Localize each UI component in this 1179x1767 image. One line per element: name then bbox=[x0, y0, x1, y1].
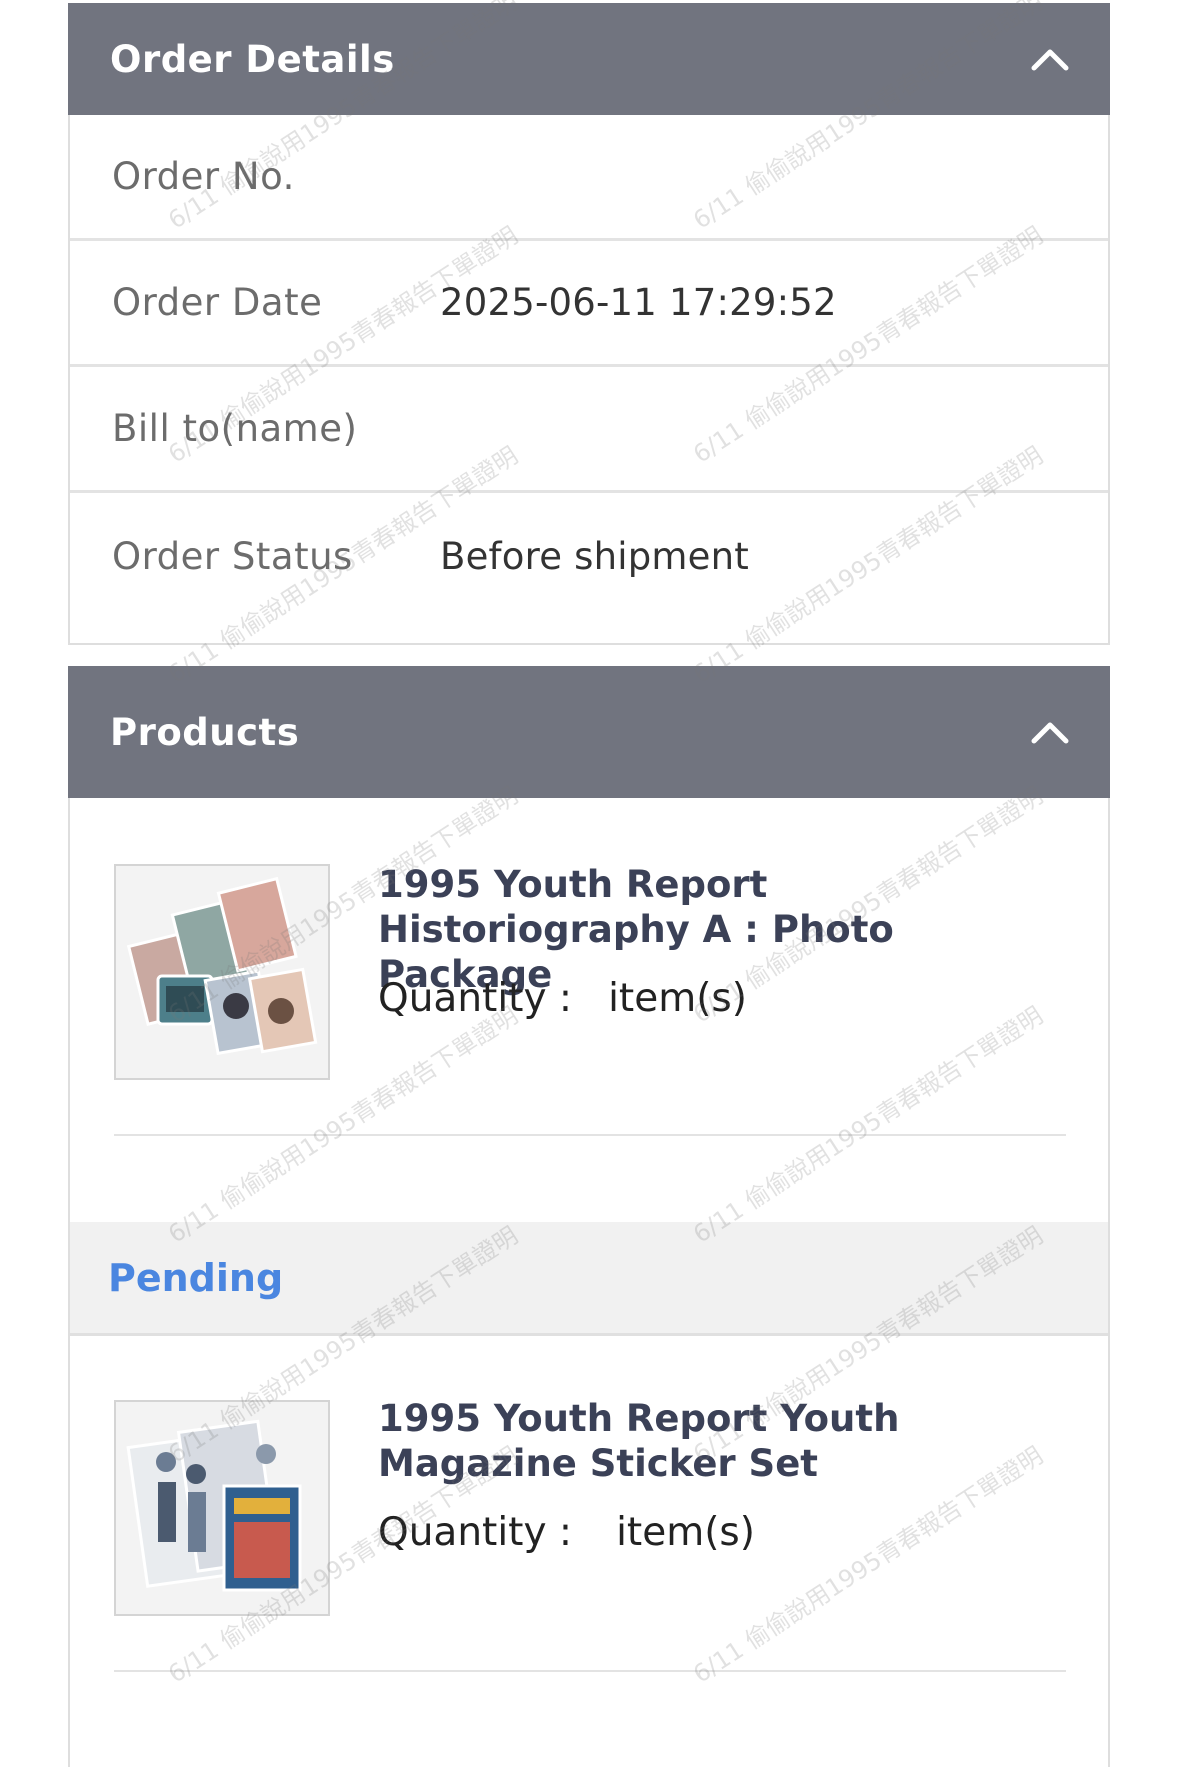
pending-group-bar: Pending bbox=[70, 1222, 1108, 1336]
order-status-value: Before shipment bbox=[440, 534, 749, 578]
order-details-header[interactable]: Order Details bbox=[68, 3, 1110, 115]
quantity-unit: item(s) bbox=[616, 1510, 755, 1555]
order-details-title: Order Details bbox=[110, 37, 395, 81]
products-header[interactable]: Products bbox=[68, 666, 1110, 798]
quantity-label: Quantity : bbox=[378, 1510, 573, 1555]
quantity-unit: item(s) bbox=[608, 976, 747, 1021]
product-item[interactable]: 1995 Youth Report Historiography A : Pho… bbox=[70, 798, 1108, 1136]
product-name[interactable]: 1995 Youth Report Youth Magazine Sticker… bbox=[378, 1396, 1078, 1486]
product-quantity: Quantity : item(s) bbox=[378, 976, 747, 1021]
product-quantity: Quantity : item(s) bbox=[378, 1510, 755, 1555]
order-date-label: Order Date bbox=[112, 281, 323, 324]
order-no-label: Order No. bbox=[112, 155, 295, 198]
chevron-up-icon[interactable] bbox=[1030, 39, 1070, 79]
products-title: Products bbox=[110, 710, 300, 754]
order-page: Order Details Order No. Order Date 2025-… bbox=[68, 0, 1110, 1767]
divider bbox=[114, 1670, 1066, 1672]
order-details-table: Order No. Order Date 2025-06-11 17:29:52… bbox=[68, 115, 1110, 645]
bill-to-label: Bill to(name) bbox=[112, 407, 358, 450]
product-item[interactable]: 1995 Youth Report Youth Magazine Sticker… bbox=[70, 1336, 1108, 1672]
bill-to-row: Bill to(name) bbox=[70, 367, 1108, 493]
product-thumbnail[interactable] bbox=[114, 864, 330, 1080]
divider bbox=[114, 1134, 1066, 1136]
products-list: 1995 Youth Report Historiography A : Pho… bbox=[68, 798, 1110, 1767]
quantity-label: Quantity : bbox=[378, 976, 573, 1021]
order-no-row: Order No. bbox=[70, 115, 1108, 241]
order-status-row: Order Status Before shipment bbox=[70, 493, 1108, 619]
order-status-label: Order Status bbox=[112, 534, 353, 578]
chevron-up-icon[interactable] bbox=[1030, 712, 1070, 752]
order-date-row: Order Date 2025-06-11 17:29:52 bbox=[70, 241, 1108, 367]
order-date-value: 2025-06-11 17:29:52 bbox=[440, 281, 837, 324]
product-thumbnail[interactable] bbox=[114, 1400, 330, 1616]
pending-label: Pending bbox=[108, 1255, 284, 1300]
